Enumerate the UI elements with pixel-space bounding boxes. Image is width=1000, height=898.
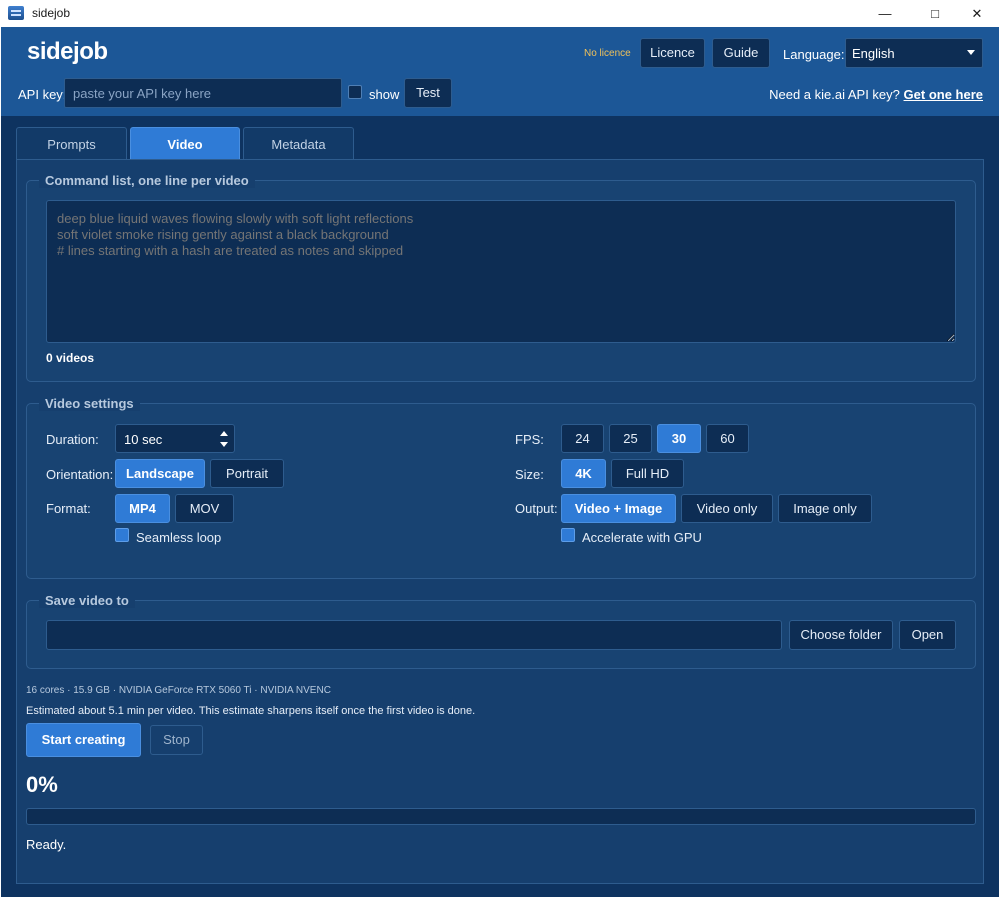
size-label: Size: (515, 467, 544, 482)
output-video-image-button[interactable]: Video + Image (561, 494, 676, 523)
command-list-group: Command list, one line per video 0 video… (26, 173, 976, 382)
need-key-text: Need a kie.ai API key? Get one here (769, 87, 983, 102)
licence-button[interactable]: Licence (640, 38, 705, 68)
licence-status: No licence (584, 48, 631, 59)
time-estimate: Estimated about 5.1 min per video. This … (26, 705, 476, 717)
tab-video[interactable]: Video (130, 127, 240, 160)
format-label: Format: (46, 501, 91, 516)
tab-metadata[interactable]: Metadata (243, 127, 354, 160)
fps-label: FPS: (515, 432, 544, 447)
output-image-only-button[interactable]: Image only (778, 494, 872, 523)
fps-24-button[interactable]: 24 (561, 424, 604, 453)
gpu-acceleration-label: Accelerate with GPU (582, 530, 702, 545)
fps-60-button[interactable]: 60 (706, 424, 749, 453)
get-key-link[interactable]: Get one here (904, 87, 983, 102)
save-location-title: Save video to (39, 593, 135, 608)
fps-25-button[interactable]: 25 (609, 424, 652, 453)
app-window: sidejob No licence Licence Guide Languag… (1, 27, 999, 897)
window-title: sidejob (32, 6, 71, 20)
maximize-icon[interactable]: □ (912, 0, 958, 27)
brand-logo: sidejob (27, 38, 108, 65)
choose-folder-button[interactable]: Choose folder (789, 620, 893, 650)
size-fullhd-button[interactable]: Full HD (611, 459, 684, 488)
duration-label: Duration: (46, 432, 99, 447)
need-key-question: Need a kie.ai API key? (769, 87, 900, 102)
seamless-loop-label: Seamless loop (136, 530, 222, 545)
chevron-down-icon[interactable] (220, 442, 228, 447)
format-mp4-button[interactable]: MP4 (115, 494, 170, 523)
progress-bar (26, 808, 976, 825)
chevron-up-icon[interactable] (220, 431, 228, 436)
minimize-icon[interactable]: — (862, 0, 908, 27)
size-4k-button[interactable]: 4K (561, 459, 606, 488)
title-bar: sidejob — □ ✕ (0, 0, 1000, 27)
system-info: 16 cores · 15.9 GB · NVIDIA GeForce RTX … (26, 685, 331, 696)
orientation-portrait-button[interactable]: Portrait (210, 459, 284, 488)
orientation-label: Orientation: (46, 467, 114, 482)
save-location-group: Save video to Choose folder Open (26, 593, 976, 669)
language-value: English (852, 46, 895, 61)
save-folder-input[interactable] (46, 620, 782, 650)
language-label: Language: (783, 47, 845, 62)
language-select[interactable]: English (845, 38, 983, 68)
format-mov-button[interactable]: MOV (175, 494, 234, 523)
command-list-title: Command list, one line per video (39, 173, 255, 188)
gpu-acceleration-checkbox[interactable] (561, 528, 575, 542)
app-icon (8, 6, 24, 20)
open-folder-button[interactable]: Open (899, 620, 956, 650)
stop-button[interactable]: Stop (150, 725, 203, 755)
tab-prompts[interactable]: Prompts (16, 127, 127, 160)
seamless-loop-checkbox[interactable] (115, 528, 129, 542)
video-tab-panel: Command list, one line per video 0 video… (16, 159, 984, 884)
video-count: 0 videos (46, 351, 95, 365)
video-settings-group: Video settings Duration: 10 sec Orientat… (26, 396, 976, 579)
output-label: Output: (515, 501, 558, 516)
fps-30-button[interactable]: 30 (657, 424, 701, 453)
video-settings-title: Video settings (39, 396, 140, 411)
show-key-label: show (369, 87, 400, 102)
guide-button[interactable]: Guide (712, 38, 770, 68)
show-key-checkbox[interactable] (348, 85, 362, 99)
duration-spinbox[interactable]: 10 sec (115, 424, 235, 453)
status-text: Ready. (26, 837, 67, 852)
command-list-input[interactable] (46, 200, 956, 343)
api-key-input[interactable] (64, 78, 342, 108)
orientation-landscape-button[interactable]: Landscape (115, 459, 205, 488)
output-video-only-button[interactable]: Video only (681, 494, 773, 523)
test-button[interactable]: Test (404, 78, 452, 108)
progress-percent: 0% (26, 772, 58, 797)
duration-value: 10 sec (124, 432, 163, 447)
close-icon[interactable]: ✕ (954, 0, 1000, 27)
start-creating-button[interactable]: Start creating (26, 723, 141, 757)
api-key-label: API key: (18, 87, 67, 102)
header: sidejob No licence Licence Guide Languag… (1, 27, 999, 116)
chevron-down-icon (967, 50, 975, 55)
